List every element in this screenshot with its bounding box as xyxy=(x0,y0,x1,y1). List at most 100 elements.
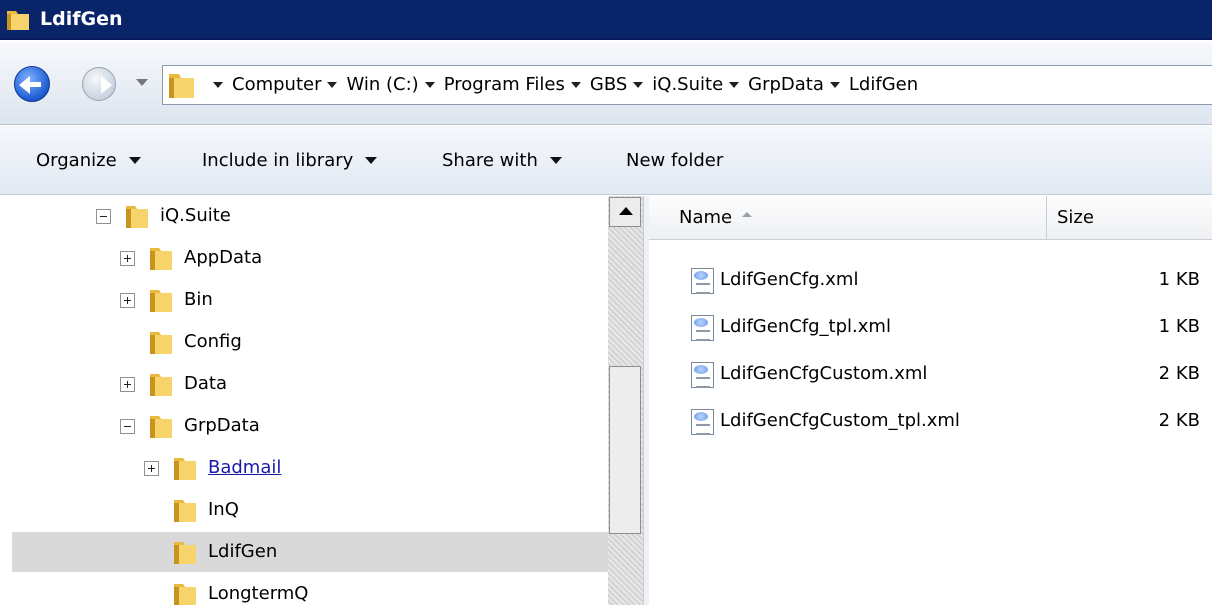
tree-item-longtermq[interactable]: LongtermQ xyxy=(12,574,608,605)
tree-item-label: Badmail xyxy=(208,457,282,478)
breadcrumb-label: GBS xyxy=(589,74,628,95)
share-with-label: Share with xyxy=(442,150,538,171)
chevron-down-icon xyxy=(213,81,223,88)
breadcrumb-root-arrow[interactable] xyxy=(207,74,232,95)
folder-icon xyxy=(148,370,174,403)
file-row[interactable]: LdifGenCfg_tpl.xml 1 KB xyxy=(649,307,1212,347)
breadcrumb-label: GrpData xyxy=(748,74,824,95)
scroll-up-button[interactable] xyxy=(609,197,641,227)
breadcrumb-label: Computer xyxy=(232,74,322,95)
window-title: LdifGen xyxy=(40,8,123,30)
expand-icon[interactable] xyxy=(120,293,135,308)
folder-icon xyxy=(148,328,174,361)
chevron-down-icon[interactable] xyxy=(327,81,338,88)
tree-item-grpdata[interactable]: GrpData xyxy=(12,406,608,446)
folder-icon xyxy=(167,70,197,107)
column-header-size[interactable]: Size xyxy=(1047,196,1212,240)
xml-file-icon xyxy=(691,362,714,388)
collapse-icon[interactable] xyxy=(96,209,111,224)
new-folder-button[interactable]: New folder xyxy=(626,150,723,171)
file-size: 2 KB xyxy=(1158,410,1200,431)
tree-item-label: iQ.Suite xyxy=(160,205,231,226)
chevron-down-icon xyxy=(128,157,141,164)
breadcrumb-item[interactable]: iQ.Suite xyxy=(652,74,748,95)
folder-icon xyxy=(124,202,150,235)
tree-item-label: LdifGen xyxy=(208,541,278,562)
column-name-label: Name xyxy=(679,207,733,228)
breadcrumb-item[interactable]: GBS xyxy=(590,74,652,95)
collapse-icon[interactable] xyxy=(120,419,135,434)
chevron-down-icon[interactable] xyxy=(729,81,740,88)
share-with-menu[interactable]: Share with xyxy=(442,150,562,171)
tree-item-appdata[interactable]: AppData xyxy=(12,238,608,278)
file-name: LdifGenCfgCustom_tpl.xml xyxy=(720,410,960,431)
chevron-down-icon xyxy=(549,157,562,164)
recent-pages-dropdown[interactable] xyxy=(136,79,148,86)
tree-item-label: Data xyxy=(184,373,227,394)
command-bar: Organize Include in library Share with N… xyxy=(0,126,1212,195)
breadcrumb-item[interactable]: LdifGen xyxy=(849,74,918,95)
chevron-down-icon[interactable] xyxy=(829,81,840,88)
file-row[interactable]: LdifGenCfgCustom.xml 2 KB xyxy=(649,354,1212,394)
chevron-down-icon[interactable] xyxy=(570,81,581,88)
navigation-pane[interactable]: iQ.Suite AppData Bin Config Data GrpData Badma… xyxy=(0,196,608,605)
organize-label: Organize xyxy=(36,150,117,171)
file-row[interactable]: LdifGenCfg.xml 1 KB xyxy=(649,260,1212,300)
breadcrumb-label: Win (C:) xyxy=(346,74,419,95)
tree-item-badmail[interactable]: Badmail xyxy=(12,448,608,488)
xml-file-icon xyxy=(691,409,714,435)
breadcrumb-item[interactable]: Program Files xyxy=(444,74,590,95)
folder-icon xyxy=(148,286,174,319)
breadcrumb-item[interactable]: Computer xyxy=(232,74,346,95)
tree-item-config[interactable]: Config xyxy=(12,322,608,362)
expand-icon[interactable] xyxy=(120,251,135,266)
expand-icon[interactable] xyxy=(120,377,135,392)
forward-button[interactable] xyxy=(82,67,116,101)
breadcrumb-label: Program Files xyxy=(443,74,565,95)
tree-item-bin[interactable]: Bin xyxy=(12,280,608,320)
file-list[interactable]: Name Size LdifGenCfg.xml 1 KB LdifGenCfg_t… xyxy=(649,196,1212,605)
organize-menu[interactable]: Organize xyxy=(36,150,141,171)
chevron-down-icon[interactable] xyxy=(633,81,644,88)
xml-file-icon xyxy=(691,268,714,294)
breadcrumb: Computer Win (C:) Program Files GBS iQ.Suite… xyxy=(207,74,918,95)
include-in-library-label: Include in library xyxy=(202,150,354,171)
folder-icon xyxy=(148,244,174,277)
tree-item-iq-suite[interactable]: iQ.Suite xyxy=(12,196,608,236)
include-in-library-menu[interactable]: Include in library xyxy=(202,150,378,171)
tree-item-label: Bin xyxy=(184,289,213,310)
chevron-down-icon[interactable] xyxy=(424,81,435,88)
title-bar: LdifGen xyxy=(0,0,1212,40)
xml-file-icon xyxy=(691,315,714,341)
tree-item-label: GrpData xyxy=(184,415,260,436)
file-size: 1 KB xyxy=(1158,269,1200,290)
new-folder-label: New folder xyxy=(626,150,724,171)
tree-item-ldifgen[interactable]: LdifGen xyxy=(12,532,608,572)
address-box[interactable]: Computer Win (C:) Program Files GBS iQ.Suite… xyxy=(162,65,1212,105)
column-header-name[interactable]: Name xyxy=(649,196,1047,240)
file-row[interactable]: LdifGenCfgCustom_tpl.xml 2 KB xyxy=(649,401,1212,441)
back-button[interactable] xyxy=(14,66,50,102)
tree-item-label: AppData xyxy=(184,247,263,268)
chevron-down-icon xyxy=(365,157,378,164)
tree-item-data[interactable]: Data xyxy=(12,364,608,404)
address-bar: Computer Win (C:) Program Files GBS iQ.Suite… xyxy=(0,42,1212,125)
column-size-label: Size xyxy=(1057,207,1094,228)
tree-item-inq[interactable]: InQ xyxy=(12,490,608,530)
navigation-scrollbar[interactable] xyxy=(608,196,643,605)
file-size: 1 KB xyxy=(1158,316,1200,337)
breadcrumb-item[interactable]: Win (C:) xyxy=(346,74,443,95)
file-name: LdifGenCfg_tpl.xml xyxy=(720,316,891,337)
folder-icon xyxy=(172,496,198,529)
expand-icon[interactable] xyxy=(144,461,159,476)
sort-ascending-icon xyxy=(742,212,753,217)
breadcrumb-item[interactable]: GrpData xyxy=(748,74,849,95)
file-name: LdifGenCfgCustom.xml xyxy=(720,363,928,384)
tree-item-label: InQ xyxy=(208,499,239,520)
folder-icon xyxy=(172,538,198,571)
file-name: LdifGenCfg.xml xyxy=(720,269,859,290)
tree-item-label: LongtermQ xyxy=(208,583,309,604)
folder-icon xyxy=(148,412,174,445)
folder-icon xyxy=(172,454,198,487)
scroll-thumb[interactable] xyxy=(609,366,641,534)
